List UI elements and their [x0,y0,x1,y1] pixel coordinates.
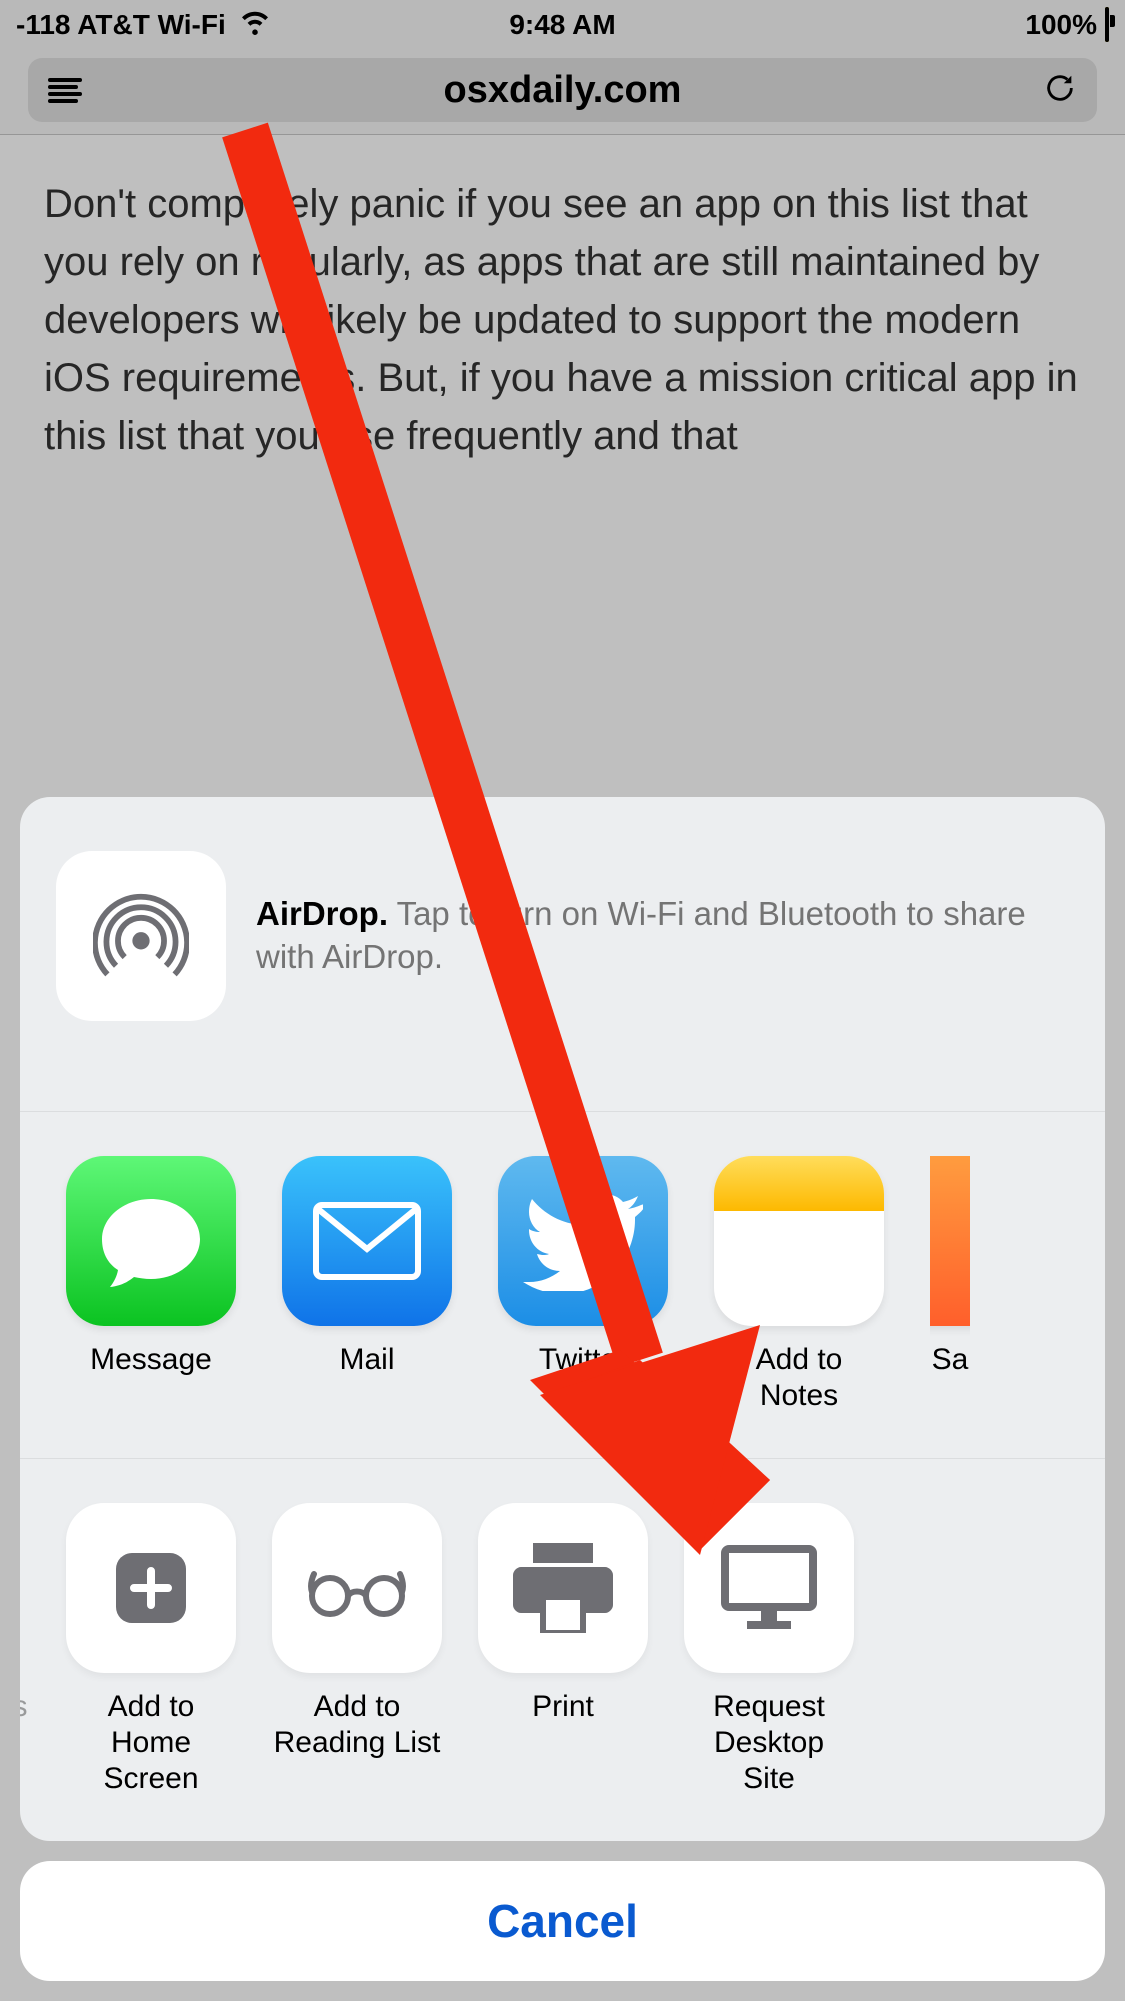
app-label: Mail [339,1342,394,1378]
notes-icon [714,1156,884,1326]
share-app-notes[interactable]: Add to Notes [714,1156,884,1414]
share-app-message[interactable]: Message [66,1156,236,1414]
action-label: Add to Reading List [274,1689,441,1761]
twitter-icon [498,1156,668,1326]
action-label: Add to Home Screen [66,1689,236,1797]
desktop-icon [684,1503,854,1673]
app-label: Twitter [539,1342,627,1378]
share-app-mail[interactable]: Mail [282,1156,452,1414]
add-home-icon [66,1503,236,1673]
share-actions-row: s Add to Home Screen Add to Reading List… [20,1459,1105,1841]
action-request-desktop[interactable]: Request Desktop Site [684,1503,854,1797]
cancel-button[interactable]: Cancel [20,1861,1105,1981]
airdrop-icon [56,851,226,1021]
action-add-home-screen[interactable]: Add to Home Screen [66,1503,236,1797]
reading-list-icon [272,1503,442,1673]
action-overflow-left: s [20,1503,30,1797]
share-app-twitter[interactable]: Twitter [498,1156,668,1414]
action-label: Print [532,1689,594,1725]
message-icon [66,1156,236,1326]
share-app-safari-reading[interactable]: Sa [930,1156,970,1414]
airdrop-row[interactable]: AirDrop. Tap to turn on Wi-Fi and Blueto… [20,797,1105,1112]
action-reading-list[interactable]: Add to Reading List [272,1503,442,1797]
app-label: Message [90,1342,212,1378]
airdrop-text: AirDrop. Tap to turn on Wi-Fi and Blueto… [256,893,1069,979]
print-icon [478,1503,648,1673]
share-apps-row: Message Mail Twitter Add to Notes [20,1112,1105,1459]
app-label: Sa [932,1342,969,1378]
app-label: Add to Notes [714,1342,884,1414]
action-print[interactable]: Print [478,1503,648,1797]
safari-icon [930,1156,970,1326]
action-label: Request Desktop Site [684,1689,854,1797]
share-sheet: AirDrop. Tap to turn on Wi-Fi and Blueto… [20,797,1105,1981]
mail-icon [282,1156,452,1326]
